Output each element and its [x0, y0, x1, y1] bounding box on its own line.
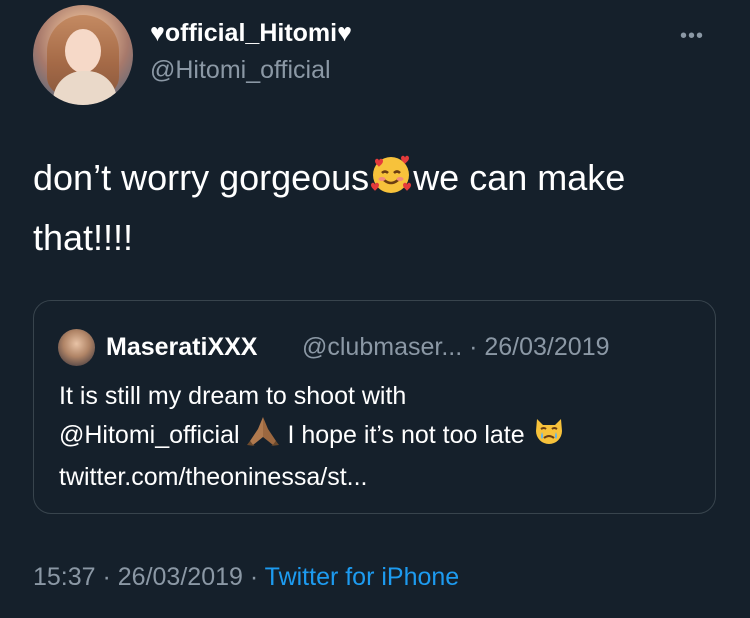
quoted-mention: @Hitomi_official [59, 421, 240, 450]
tweet-card: ♥official_Hitomi♥ @Hitomi_official ••• d… [0, 0, 750, 618]
tweet-source-link[interactable]: Twitter for iPhone [265, 563, 460, 591]
more-options-icon[interactable]: ••• [680, 25, 704, 48]
quoted-text-line2: @Hitomi_official I hope it’s not too lat… [59, 415, 699, 458]
author-avatar[interactable] [33, 5, 133, 105]
quoted-author-handle-date[interactable]: @clubmaser... · 26/03/2019 [302, 333, 610, 362]
tweet-text-part1: don’t worry gorgeous [33, 157, 370, 198]
tweet-text: don’t worry gorgeous we can make that!!!! [33, 150, 693, 265]
quoted-author-avatar[interactable] [58, 329, 95, 366]
folded-hands-icon [246, 415, 280, 458]
quoted-author-display-name[interactable]: MaseratiXXX [106, 333, 257, 362]
avatar-face [65, 29, 101, 73]
quoted-link[interactable]: twitter.com/theoninessa/st... [59, 458, 699, 496]
author-handle[interactable]: @Hitomi_official [150, 56, 331, 85]
quoted-tweet-text: It is still my dream to shoot with @Hito… [59, 377, 699, 496]
tweet-timestamp[interactable]: 15:37 · 26/03/2019 · [33, 563, 265, 591]
crying-cat-face-icon [532, 415, 566, 458]
quoted-text-after-mention: I hope it’s not too late [287, 421, 525, 450]
quoted-tweet[interactable]: MaseratiXXX @clubmaser... · 26/03/2019 I… [33, 300, 716, 514]
tweet-meta: 15:37 · 26/03/2019 · Twitter for iPhone [33, 563, 459, 592]
author-display-name[interactable]: ♥official_Hitomi♥ [150, 19, 352, 48]
quoted-text-line1: It is still my dream to shoot with [59, 382, 407, 410]
smiling-face-with-hearts-icon [369, 151, 413, 210]
